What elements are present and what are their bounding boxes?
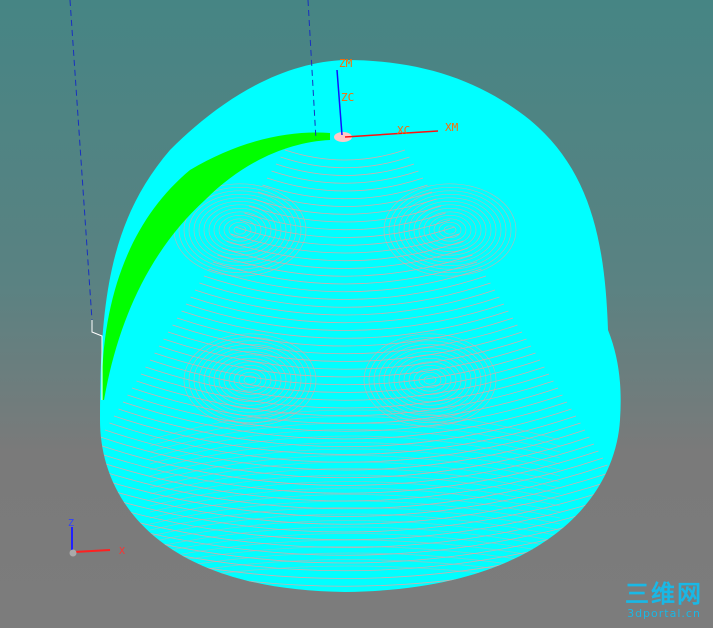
zm-label: ZM [339, 57, 353, 70]
part-dome[interactable] [100, 60, 621, 592]
xm-label: XM [445, 121, 459, 134]
xc-label: XC [397, 124, 410, 137]
watermark-site: 3dportal.cn [627, 607, 701, 620]
view-triad[interactable]: Z X [68, 518, 125, 557]
tool-axis-dashed-1 [69, 0, 93, 321]
triad-x-label: X [119, 546, 125, 557]
watermark-title: 三维网 [625, 580, 703, 608]
triad-z-label: Z [68, 518, 74, 529]
3d-viewport[interactable]: ZM ZC XC XM Z X 三维网 3dportal.cn [0, 0, 713, 628]
watermark: 三维网 3dportal.cn [625, 581, 703, 620]
model-canvas: ZM ZC XC XM Z X [68, 0, 621, 592]
zc-label: ZC [341, 91, 354, 104]
